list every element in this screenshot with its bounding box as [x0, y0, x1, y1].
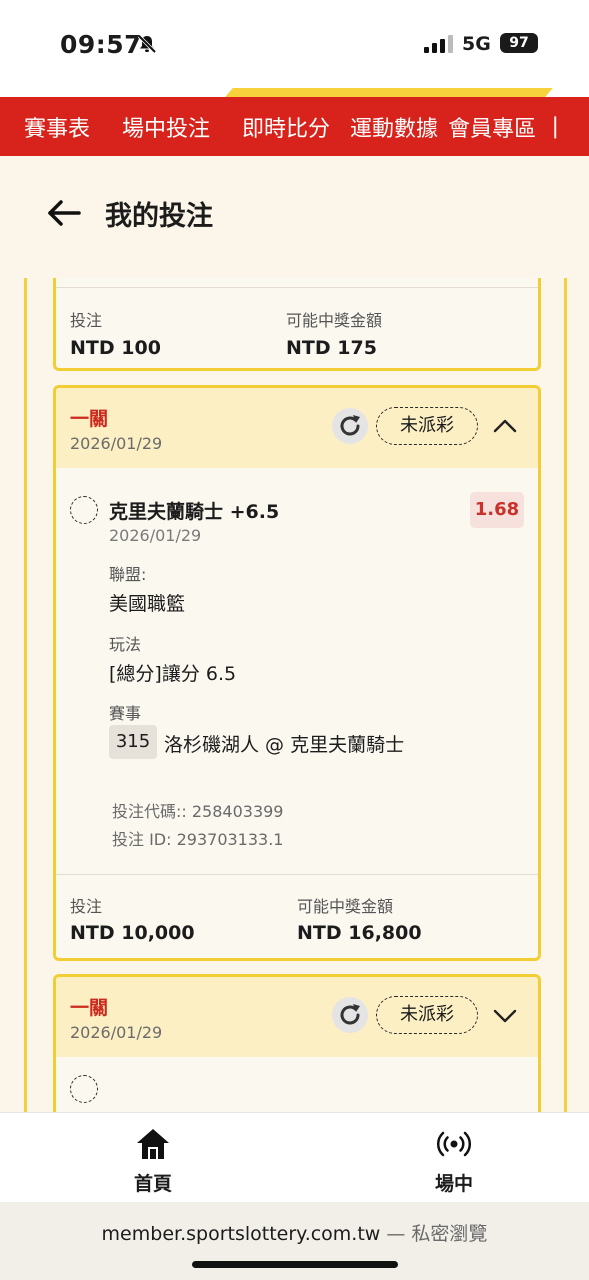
tab-live-label: 場中 — [434, 1173, 473, 1195]
nav-item-member-area[interactable]: 會員專區 — [448, 111, 536, 143]
tab-home-label: 首頁 — [133, 1173, 172, 1195]
league-value: 美國職籃 — [109, 593, 186, 615]
refresh-button[interactable] — [332, 408, 368, 444]
clock: 09:57 — [60, 30, 143, 59]
bet-date: 2026/01/29 — [70, 1023, 163, 1042]
market-value: [總分]讓分 6.5 — [109, 663, 237, 685]
selection-date: 2026/01/29 — [109, 526, 202, 545]
bell-mute-icon — [137, 34, 157, 54]
event-code-chip: 315 — [109, 725, 157, 759]
bet-id: 投注 ID: 293703133.1 — [112, 830, 284, 849]
stake-label: 投注 — [70, 311, 103, 330]
chevron-down-icon[interactable] — [492, 1003, 518, 1027]
main-nav: 賽事表 場中投注 即時比分 運動數據 會員專區 ❘ — [0, 97, 589, 156]
nav-item-more[interactable]: ❘ — [546, 114, 564, 139]
bet-card-previous: 投注 NTD 100 可能中獎金額 NTD 175 — [53, 278, 541, 371]
refresh-icon — [340, 1004, 360, 1025]
page-header: 我的投注 — [0, 156, 589, 278]
bottom-tab-bar: 首頁 場中 — [0, 1112, 589, 1202]
chevron-up-icon[interactable] — [492, 414, 518, 438]
refresh-icon — [340, 415, 360, 436]
league-label: 聯盟: — [109, 565, 147, 584]
nav-item-schedule[interactable]: 賽事表 — [24, 111, 90, 143]
bet-card-header[interactable]: 一關 2026/01/29 未派彩 — [56, 977, 538, 1057]
private-browsing-label: — 私密瀏覽 — [380, 1223, 488, 1245]
bet-card: 一關 2026/01/29 未派彩 克里夫蘭騎士 +6.5 1.68 2026/… — [53, 385, 541, 961]
status-badge[interactable]: 未派彩 — [376, 407, 478, 445]
bet-code: 投注代碼:: 258403399 — [112, 802, 284, 821]
browser-url-bar[interactable]: member.sportslottery.com.tw — 私密瀏覽 — [0, 1202, 589, 1280]
home-icon — [137, 1129, 169, 1159]
divider — [56, 874, 538, 875]
selection-name: 克里夫蘭騎士 +6.5 — [109, 501, 280, 523]
accent-stripe — [0, 88, 589, 97]
battery-icon: 97 — [500, 33, 538, 53]
bet-date: 2026/01/29 — [70, 434, 163, 453]
status-bar: 09:57 5G 97 — [0, 0, 589, 88]
divider — [56, 287, 538, 288]
tab-home[interactable]: 首頁 — [73, 1113, 233, 1203]
payout-label: 可能中獎金額 — [297, 897, 394, 916]
event-label: 賽事 — [109, 704, 142, 723]
bet-type: 一關 — [70, 997, 109, 1019]
nav-item-live-scores[interactable]: 即時比分 — [242, 111, 330, 143]
network-type: 5G — [462, 33, 491, 55]
bet-type: 一關 — [70, 408, 109, 430]
tab-live[interactable]: 場中 — [374, 1113, 534, 1203]
bet-list[interactable]: 投注 NTD 100 可能中獎金額 NTD 175 一關 2026/01/29 … — [24, 278, 567, 1113]
bet-card-header[interactable]: 一關 2026/01/29 未派彩 — [56, 388, 538, 468]
payout-label: 可能中獎金額 — [286, 311, 383, 330]
bet-card-next: 一關 2026/01/29 未派彩 — [53, 974, 541, 1113]
stake-value: NTD 10,000 — [70, 922, 195, 944]
event-name: 洛杉磯湖人 @ 克里夫蘭騎士 — [164, 734, 405, 756]
payout-value: NTD 16,800 — [297, 922, 422, 944]
home-indicator — [192, 1261, 398, 1268]
broadcast-icon — [436, 1131, 472, 1157]
url-text[interactable]: member.sportslottery.com.tw — 私密瀏覽 — [0, 1219, 589, 1246]
signal-icon — [424, 35, 453, 53]
selection-checkbox[interactable] — [70, 1075, 98, 1103]
refresh-button[interactable] — [332, 997, 368, 1033]
market-label: 玩法 — [109, 635, 142, 654]
selection-checkbox[interactable] — [70, 496, 98, 524]
back-arrow-icon[interactable] — [47, 199, 81, 227]
stake-label: 投注 — [70, 897, 103, 916]
stake-value: NTD 100 — [70, 337, 161, 359]
odds-badge: 1.68 — [470, 492, 524, 528]
nav-item-sports-data[interactable]: 運動數據 — [350, 111, 438, 143]
url-domain: member.sportslottery.com.tw — [101, 1223, 381, 1245]
status-badge[interactable]: 未派彩 — [376, 996, 478, 1034]
nav-item-live-betting[interactable]: 場中投注 — [122, 111, 210, 143]
page-title: 我的投注 — [105, 201, 213, 232]
payout-value: NTD 175 — [286, 337, 377, 359]
